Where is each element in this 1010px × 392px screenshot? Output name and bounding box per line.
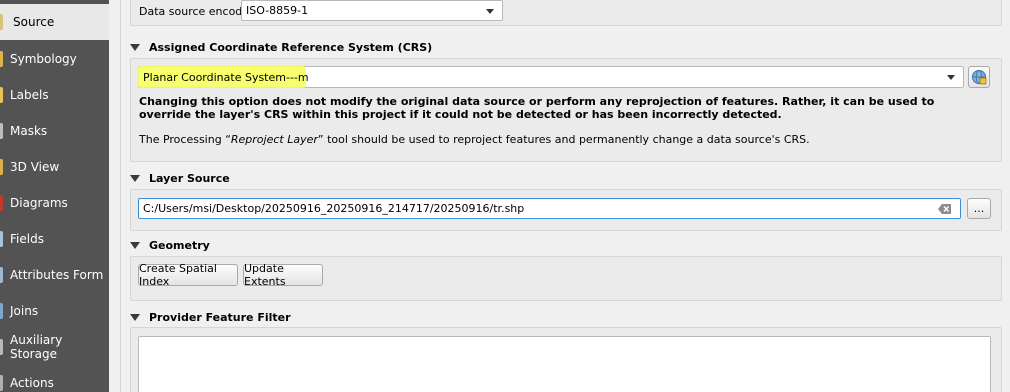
actions-icon	[0, 375, 3, 391]
provider-filter-group-title: Provider Feature Filter	[149, 311, 291, 324]
sidebar-item-label: Source	[13, 15, 55, 29]
attributes-form-icon	[0, 267, 3, 283]
source-icon	[0, 14, 3, 30]
collapse-triangle-icon	[130, 44, 140, 51]
panel-divider	[120, 0, 121, 392]
sidebar-item-label: Fields	[10, 232, 44, 246]
crs-group-header[interactable]: Assigned Coordinate Reference System (CR…	[130, 41, 432, 54]
sidebar-item-actions[interactable]: Actions	[0, 365, 109, 392]
crs-processing-note: The Processing “Reproject Layer” tool sh…	[139, 133, 989, 146]
sidebar-item-3d-view[interactable]: 3D View	[0, 149, 109, 185]
globe-icon	[972, 70, 987, 85]
geometry-group-header[interactable]: Geometry	[130, 239, 210, 252]
sidebar-item-attributes-form[interactable]: Attributes Form	[0, 257, 109, 293]
browse-button-label: ...	[973, 202, 985, 215]
sidebar-item-labels[interactable]: Labels	[0, 77, 109, 113]
update-extents-label: Update Extents	[244, 262, 286, 288]
sidebar-item-source[interactable]: Source	[0, 4, 109, 40]
chevron-down-icon	[947, 75, 955, 80]
layer-source-group-title: Layer Source	[149, 172, 230, 185]
create-spatial-index-button[interactable]: Create Spatial Index	[138, 262, 238, 288]
crs-value: Planar Coordinate System---m	[143, 70, 309, 84]
symbology-icon	[0, 51, 3, 67]
layer-source-path-value: C:/Users/msi/Desktop/20250916_20250916_2…	[143, 202, 525, 215]
labels-icon	[0, 87, 3, 103]
sidebar-item-joins[interactable]: Joins	[0, 293, 109, 329]
sidebar-item-label: Symbology	[10, 52, 77, 66]
sidebar-item-label: Labels	[10, 88, 49, 102]
sidebar-item-auxiliary-storage[interactable]: Auxiliary Storage	[0, 329, 109, 365]
sidebar-item-label: Diagrams	[10, 196, 68, 210]
crs-warning-text: Changing this option does not modify the…	[139, 95, 935, 121]
3d-view-icon	[0, 159, 3, 175]
sidebar-item-fields[interactable]: Fields	[0, 221, 109, 257]
clear-icon[interactable]	[938, 203, 952, 215]
layer-source-group-header[interactable]: Layer Source	[130, 172, 230, 185]
fields-icon	[0, 231, 3, 247]
encoding-select[interactable]: ISO-8859-1	[241, 0, 503, 21]
masks-icon	[0, 123, 3, 139]
auxiliary-storage-icon	[0, 339, 3, 355]
sidebar-item-symbology[interactable]: Symbology	[0, 41, 109, 77]
collapse-triangle-icon	[130, 242, 140, 249]
create-spatial-index-label: Create Spatial Index	[139, 262, 217, 288]
sidebar-item-diagrams[interactable]: Diagrams	[0, 185, 109, 221]
provider-filter-textarea[interactable]	[138, 336, 991, 392]
sidebar-item-label: Attributes Form	[10, 268, 104, 282]
geometry-group-title: Geometry	[149, 239, 210, 252]
collapse-triangle-icon	[130, 314, 140, 321]
layer-source-path-input[interactable]: C:/Users/msi/Desktop/20250916_20250916_2…	[138, 198, 961, 219]
crs-group-title: Assigned Coordinate Reference System (CR…	[149, 41, 433, 54]
sidebar-item-label: Auxiliary Storage	[10, 333, 63, 361]
sidebar-item-label: Masks	[10, 124, 48, 138]
update-extents-button[interactable]: Update Extents	[243, 262, 323, 288]
joins-icon	[0, 303, 3, 319]
note-suffix: ” tool should be used to reproject featu…	[317, 133, 810, 146]
reproject-layer-tool-name: Reproject Layer	[230, 133, 318, 146]
note-prefix: The Processing “	[139, 133, 231, 146]
sidebar-item-label: Joins	[10, 304, 39, 318]
select-crs-button[interactable]	[968, 66, 990, 88]
sidebar-item-label: 3D View	[10, 160, 60, 174]
sidebar-item-masks[interactable]: Masks	[0, 113, 109, 149]
diagrams-icon	[0, 195, 3, 211]
properties-sidebar: Source Symbology Labels Masks 3D View Di…	[0, 0, 109, 392]
provider-filter-group-header[interactable]: Provider Feature Filter	[130, 311, 291, 324]
browse-button[interactable]: ...	[967, 198, 991, 219]
encoding-value: ISO-8859-1	[246, 4, 309, 17]
sidebar-item-label: Actions	[10, 376, 54, 390]
collapse-triangle-icon	[130, 175, 140, 182]
chevron-down-icon	[486, 8, 494, 14]
